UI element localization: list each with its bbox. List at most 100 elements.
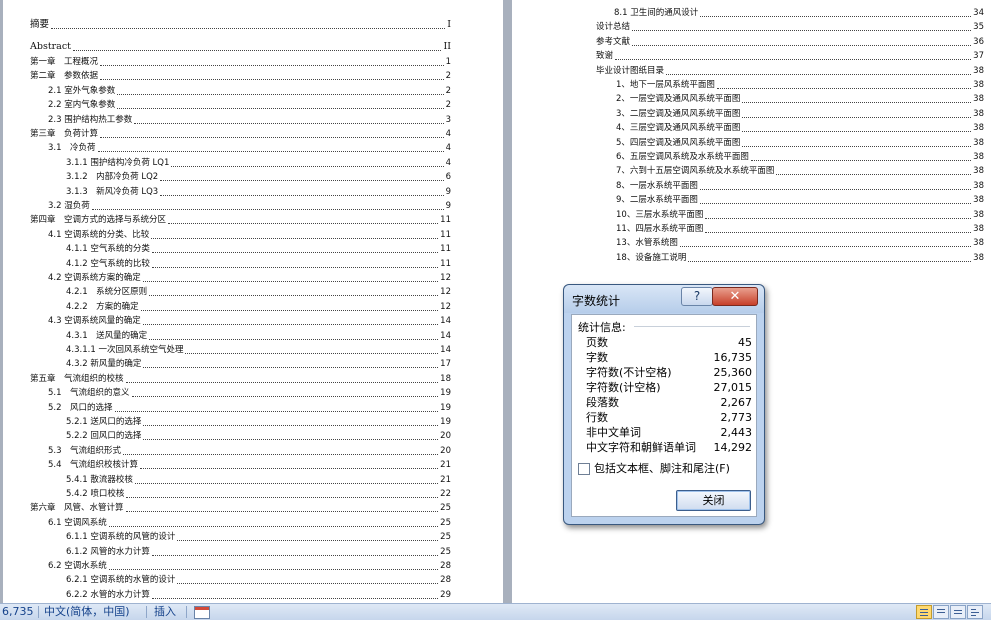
help-button[interactable]: ? — [681, 287, 713, 306]
toc-page-number: 38 — [973, 108, 984, 119]
insert-mode-indicator[interactable]: 插入 — [154, 605, 176, 619]
word-count-indicator[interactable]: 6,735 — [2, 605, 34, 619]
toc-entry[interactable]: 6.1.1 空调系统的风管的设计 25 — [66, 532, 451, 543]
toc-entry[interactable]: 2.1 室外气象参数 2 — [48, 86, 451, 97]
toc-entry[interactable]: 8.1 卫生间的通风设计 34 — [614, 8, 984, 19]
toc-page-number: 11 — [440, 244, 451, 255]
toc-entry[interactable]: 5.4.1 散流器校核 21 — [66, 475, 451, 486]
toc-entry[interactable]: 6.1.2 风管的水力计算 25 — [66, 547, 451, 558]
toc-entry[interactable]: 4.2.2 方案的确定 12 — [66, 302, 451, 313]
document-page-left[interactable]: 摘要 I Abstract II 第一章 工程概况 1 第二章 参数依据 2 2.1 室外气象参… — [3, 0, 503, 605]
toc-entry[interactable]: 5.4 气流组织校核计算 21 — [48, 460, 451, 471]
toc-entry[interactable]: 13、水管系统图 38 — [616, 238, 984, 249]
toc-entry[interactable]: 4.1 空调系统的分类、比较 11 — [48, 230, 451, 241]
toc-leader-dots — [72, 50, 442, 51]
macro-record-icon[interactable] — [194, 606, 210, 619]
toc-page-number: 38 — [973, 65, 984, 76]
toc-entry[interactable]: 3.2 湿负荷 9 — [48, 201, 451, 212]
checkbox-box[interactable] — [578, 463, 590, 475]
toc-entry[interactable]: 4.3.1 送风量的确定 14 — [66, 331, 451, 342]
toc-entry[interactable]: 2.3 围护结构热工参数 3 — [48, 115, 451, 126]
toc-entry[interactable]: 1、地下一层风系统平面图 38 — [616, 80, 984, 91]
toc-entry[interactable]: 6.2 空调水系统 28 — [48, 561, 451, 572]
toc-entry[interactable]: 3.1 冷负荷 4 — [48, 143, 451, 154]
toc-entry[interactable]: 第二章 参数依据 2 — [30, 71, 451, 82]
toc-entry[interactable]: 6.2.2 水管的水力计算 29 — [66, 590, 451, 601]
print-layout-view-icon[interactable] — [916, 605, 932, 619]
toc-entry[interactable]: 7、六到十五层空调风系统及水系统平面图 38 — [616, 166, 984, 177]
toc-entry[interactable]: 4.2 空调系统方案的确定 12 — [48, 273, 451, 284]
language-indicator[interactable]: 中文(简体，中国) — [44, 605, 130, 619]
toc-entry[interactable]: 11、四层水系统平面图 38 — [616, 224, 984, 235]
toc-entry[interactable]: 6、五层空调风系统及水系统平面图 38 — [616, 152, 984, 163]
toc-entry[interactable]: Abstract II — [30, 41, 451, 53]
toc-entry[interactable]: 第三章 负荷计算 4 — [30, 129, 451, 140]
toc-entry[interactable]: 5.2 风口的选择 19 — [48, 403, 451, 414]
toc-entry[interactable]: 第一章 工程概况 1 — [30, 57, 451, 68]
toc-entry[interactable]: 3.1.3 新风冷负荷 LQ3 9 — [66, 187, 451, 198]
toc-page-number: 14 — [440, 345, 451, 355]
toc-leader-dots — [97, 151, 444, 153]
stat-label: 段落数 — [586, 396, 619, 409]
toc-entry[interactable]: 2.2 室内气象参数 2 — [48, 100, 451, 111]
dialog-titlebar[interactable]: 字数统计 ? ✕ — [564, 285, 764, 313]
toc-entry-title: Abstract — [30, 41, 71, 52]
toc-entry[interactable]: 3.1.1 围护结构冷负荷 LQ1 4 — [66, 158, 451, 169]
web-layout-view-icon[interactable] — [950, 605, 966, 619]
toc-entry[interactable]: 毕业设计图纸目录 38 — [596, 66, 984, 77]
stat-row-lines: 行数 2,773 — [586, 410, 752, 425]
toc-entry[interactable]: 5、四层空调及通风风系统平面图 38 — [616, 138, 984, 149]
toc-leader-dots — [151, 237, 439, 239]
toc-entry[interactable]: 4.3.1.1 一次回风系统空气处理 14 — [66, 345, 451, 356]
toc-leader-dots — [160, 194, 444, 196]
toc-leader-dots — [699, 203, 972, 205]
toc-entry[interactable]: 9、二层水系统平面图 38 — [616, 195, 984, 206]
toc-leader-dots — [100, 137, 444, 138]
toc-entry[interactable]: 第四章 空调方式的选择与系统分区 11 — [30, 215, 451, 226]
toc-leader-dots — [91, 209, 444, 210]
toc-entry[interactable]: 8、一层水系统平面图 38 — [616, 181, 984, 192]
outline-view-icon[interactable] — [967, 605, 983, 619]
toc-entry-title: 8、一层水系统平面图 — [616, 180, 698, 191]
toc-entry[interactable]: 3、二层空调及通风风系统平面图 38 — [616, 109, 984, 120]
toc-entry[interactable]: 6.1 空调风系统 25 — [48, 518, 451, 529]
toc-entry[interactable]: 5.2.1 送风口的选择 19 — [66, 417, 451, 428]
toc-entry[interactable]: 6.2.1 空调系统的水管的设计 28 — [66, 575, 451, 586]
toc-entry[interactable]: 18、设备施工说明 38 — [616, 253, 984, 264]
toc-leader-dots — [742, 145, 972, 147]
toc-entry[interactable]: 设计总结 35 — [596, 22, 984, 33]
toc-entry-title: 致谢 — [596, 51, 614, 62]
toc-page-number: 4 — [445, 157, 451, 168]
toc-entry[interactable]: 4.3 空调系统风量的确定 14 — [48, 316, 451, 327]
toc-entry[interactable]: 4.2.1 系统分区原则 12 — [66, 287, 451, 298]
toc-entry[interactable]: 4、三层空调及通风风系统平面图 38 — [616, 123, 984, 134]
stat-row-characters-with-spaces: 字符数(计空格) 27,015 — [586, 380, 752, 395]
toc-leader-dots — [134, 122, 444, 124]
toc-entry[interactable]: 摘要 I — [30, 19, 451, 31]
toc-entry[interactable]: 4.3.2 新风量的确定 17 — [66, 359, 451, 370]
toc-entry-title: 13、水管系统图 — [616, 238, 678, 249]
toc-entry[interactable]: 2、一层空调及通风风系统平面图 38 — [616, 94, 984, 105]
toc-entry[interactable]: 4.1.1 空气系统的分类 11 — [66, 244, 451, 255]
toc-entry[interactable]: 第五章 气流组织的校核 18 — [30, 374, 451, 385]
toc-page-number: 12 — [440, 287, 451, 298]
toc-entry[interactable]: 10、三层水系统平面图 38 — [616, 210, 984, 221]
toc-entry[interactable]: 致谢 37 — [596, 51, 984, 62]
title-close-button[interactable]: ✕ — [712, 287, 758, 306]
toc-leader-dots — [140, 309, 439, 311]
statistics-section-label: 统计信息: — [578, 321, 626, 334]
toc-entry-title: 5.4.1 散流器校核 — [66, 474, 133, 485]
toc-page-number: 19 — [440, 417, 451, 427]
toc-entry[interactable]: 4.1.2 空气系统的比较 11 — [66, 259, 451, 270]
toc-entry[interactable]: 5.2.2 回风口的选择 20 — [66, 431, 451, 442]
stat-label: 页数 — [586, 336, 608, 349]
toc-entry[interactable]: 3.1.2 内部冷负荷 LQ2 6 — [66, 172, 451, 183]
toc-entry[interactable]: 参考文献 36 — [596, 37, 984, 48]
toc-leader-dots — [151, 554, 439, 556]
toc-entry[interactable]: 5.3 气流组织形式 20 — [48, 446, 451, 457]
full-screen-reading-view-icon[interactable] — [933, 605, 949, 619]
toc-entry[interactable]: 5.4.2 喷口校核 22 — [66, 489, 451, 500]
toc-entry[interactable]: 5.1 气流组织的意义 19 — [48, 388, 451, 399]
close-button[interactable]: 关闭 — [676, 490, 751, 511]
toc-entry[interactable]: 第六章 风管、水管计算 25 — [30, 503, 451, 514]
